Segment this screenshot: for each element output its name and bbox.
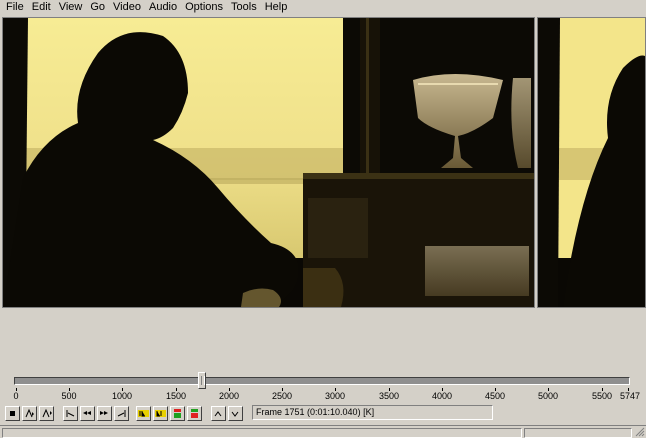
timeline-tick-label: 4000	[431, 391, 453, 401]
status-cell-main	[2, 428, 522, 438]
next-keyframe-button[interactable]	[97, 406, 112, 421]
menu-edit[interactable]: Edit	[28, 0, 55, 15]
menu-audio[interactable]: Audio	[145, 0, 181, 15]
mark-in-button[interactable]	[136, 406, 151, 421]
menu-video[interactable]: Video	[109, 0, 145, 15]
menu-view[interactable]: View	[55, 0, 87, 15]
next-frame-button[interactable]	[228, 406, 243, 421]
menu-options[interactable]: Options	[181, 0, 227, 15]
go-start-icon	[66, 410, 75, 417]
next-frame-icon	[231, 411, 239, 417]
timeline-tick-label: 4500	[484, 391, 506, 401]
timeline-tick-label: 1500	[165, 391, 187, 401]
timeline-tick-label: 5747	[619, 391, 641, 401]
output-video-frame	[538, 18, 645, 307]
go-end-button[interactable]	[114, 406, 129, 421]
timeline-tick-label: 3000	[324, 391, 346, 401]
status-cell-info	[524, 428, 632, 438]
timeline-tick-label: 5500	[591, 391, 613, 401]
menu-file[interactable]: File	[0, 0, 28, 15]
timeline-thumb[interactable]	[198, 372, 206, 389]
prev-frame-icon	[214, 411, 222, 417]
frame-indicator: Frame 1751 (0:01:10.040) [K]	[252, 405, 493, 420]
input-video-pane	[2, 17, 535, 308]
menu-help[interactable]: Help	[261, 0, 292, 15]
output-video-pane	[537, 17, 646, 308]
mark-out-icon	[155, 410, 166, 417]
scene-next-icon	[191, 409, 198, 418]
play-input-button[interactable]	[22, 406, 37, 421]
prev-keyframe-button[interactable]	[80, 406, 95, 421]
timeline-tick-label: 2000	[218, 391, 240, 401]
timeline-tick-label: 5000	[537, 391, 559, 401]
menu-bar: File Edit View Go Video Audio Options Tools Help	[0, 0, 646, 15]
menu-tools[interactable]: Tools	[227, 0, 261, 15]
prev-keyframe-icon	[83, 411, 91, 415]
prev-frame-button[interactable]	[211, 406, 226, 421]
play-output-button[interactable]	[39, 406, 54, 421]
input-video-frame	[3, 18, 534, 307]
timeline-tick-label: 1000	[111, 391, 133, 401]
mark-out-button[interactable]	[153, 406, 168, 421]
go-end-icon	[117, 410, 126, 417]
play-input-icon	[25, 408, 34, 418]
menu-go[interactable]: Go	[86, 0, 109, 15]
timeline-tick-label: 2500	[271, 391, 293, 401]
timeline-tick-label: 500	[61, 391, 77, 401]
stop-button[interactable]	[5, 406, 20, 421]
timeline-track[interactable]	[14, 377, 630, 385]
play-output-icon	[42, 408, 52, 418]
scene-prev-button[interactable]	[170, 406, 185, 421]
status-bar	[0, 425, 646, 438]
stop-icon	[10, 411, 15, 416]
timeline-tick-label: 0	[13, 391, 19, 401]
resize-grip-icon[interactable]	[635, 427, 645, 437]
go-start-button[interactable]	[63, 406, 78, 421]
scene-prev-icon	[174, 409, 181, 418]
scene-next-button[interactable]	[187, 406, 202, 421]
mark-in-icon	[138, 410, 149, 417]
next-keyframe-icon	[100, 411, 108, 415]
timeline-tick-label: 3500	[378, 391, 400, 401]
